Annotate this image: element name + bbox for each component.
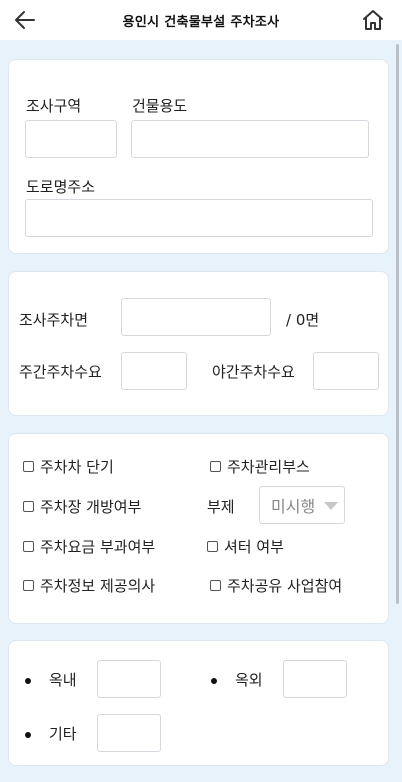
checkbox-label: 주차정보 제공의사 — [40, 577, 156, 595]
night-demand-input[interactable] — [313, 352, 379, 390]
checkbox-open[interactable] — [23, 501, 34, 512]
parking-area-label: 조사주차면 — [19, 311, 89, 329]
checkbox-label: 주차차 단기 — [40, 458, 114, 476]
building-use-label: 건물용도 — [132, 97, 188, 115]
home-button[interactable] — [360, 7, 386, 33]
building-use-input[interactable] — [131, 120, 369, 158]
day-demand-label: 주간주차수요 — [19, 363, 102, 381]
checkbox-sharing[interactable] — [210, 580, 221, 591]
checkbox-row-info[interactable]: 주차정보 제공의사 — [23, 575, 155, 596]
bullet-icon — [211, 678, 217, 684]
road-address-label: 도로명주소 — [26, 178, 96, 196]
checkbox-label: 주차요금 부과여부 — [40, 538, 156, 556]
checkbox-short-term[interactable] — [23, 461, 34, 472]
subsidiary-selected-value: 미시행 — [271, 497, 316, 516]
parking-count-card: 조사주차면 / 0면 주간주차수요 야간주차수요 — [8, 271, 389, 416]
checkbox-label: 주차장 개방여부 — [40, 498, 142, 516]
parking-area-input[interactable] — [121, 298, 271, 336]
other-label: 기타 — [49, 725, 77, 743]
arrow-left-icon — [15, 11, 35, 29]
checkbox-shutter[interactable] — [207, 541, 218, 552]
checkbox-label: 셔터 여부 — [224, 538, 284, 556]
facility-options-card: 주차차 단기 주차관리부스 주차장 개방여부 부제 미시행 주차요금 부과여부 … — [8, 433, 389, 624]
checkbox-row-booth[interactable]: 주차관리부스 — [210, 456, 310, 477]
outdoor-label: 옥외 — [235, 671, 263, 689]
checkbox-row-shutter[interactable]: 셔터 여부 — [207, 536, 284, 557]
page-title: 용인시 건축물부설 주차조사 — [122, 14, 280, 30]
indoor-input[interactable] — [97, 660, 161, 698]
subsidiary-label: 부제 — [207, 498, 235, 516]
survey-area-input[interactable] — [25, 120, 117, 158]
checkbox-row-short-term[interactable]: 주차차 단기 — [23, 456, 114, 477]
outdoor-input[interactable] — [283, 660, 347, 698]
bullet-icon — [25, 732, 31, 738]
checkbox-fee[interactable] — [23, 541, 34, 552]
scrollbar[interactable] — [396, 44, 399, 604]
subsidiary-select[interactable]: 미시행 — [259, 486, 345, 524]
road-address-input[interactable] — [25, 199, 373, 237]
checkbox-row-open[interactable]: 주차장 개방여부 — [23, 496, 141, 517]
location-card: 조사구역 건물용도 도로명주소 — [8, 59, 389, 254]
home-icon — [363, 10, 383, 30]
checkbox-info[interactable] — [23, 580, 34, 591]
checkbox-row-fee[interactable]: 주차요금 부과여부 — [23, 536, 155, 557]
other-input[interactable] — [97, 714, 161, 752]
checkbox-label: 주차공유 사업참여 — [227, 577, 343, 595]
night-demand-label: 야간주차수요 — [212, 363, 295, 381]
checkbox-booth[interactable] — [210, 461, 221, 472]
day-demand-input[interactable] — [121, 352, 187, 390]
parking-total-text: / 0면 — [286, 311, 320, 329]
chevron-down-icon — [324, 502, 338, 510]
back-button[interactable] — [12, 8, 38, 32]
indoor-label: 옥내 — [49, 671, 77, 689]
bullet-icon — [25, 678, 31, 684]
checkbox-label: 주차관리부스 — [227, 458, 310, 476]
parking-type-card: 옥내 옥외 기타 — [8, 640, 389, 766]
app-header: 용인시 건축물부설 주차조사 — [0, 0, 402, 40]
survey-area-label: 조사구역 — [26, 97, 82, 115]
checkbox-row-sharing[interactable]: 주차공유 사업참여 — [210, 575, 342, 596]
